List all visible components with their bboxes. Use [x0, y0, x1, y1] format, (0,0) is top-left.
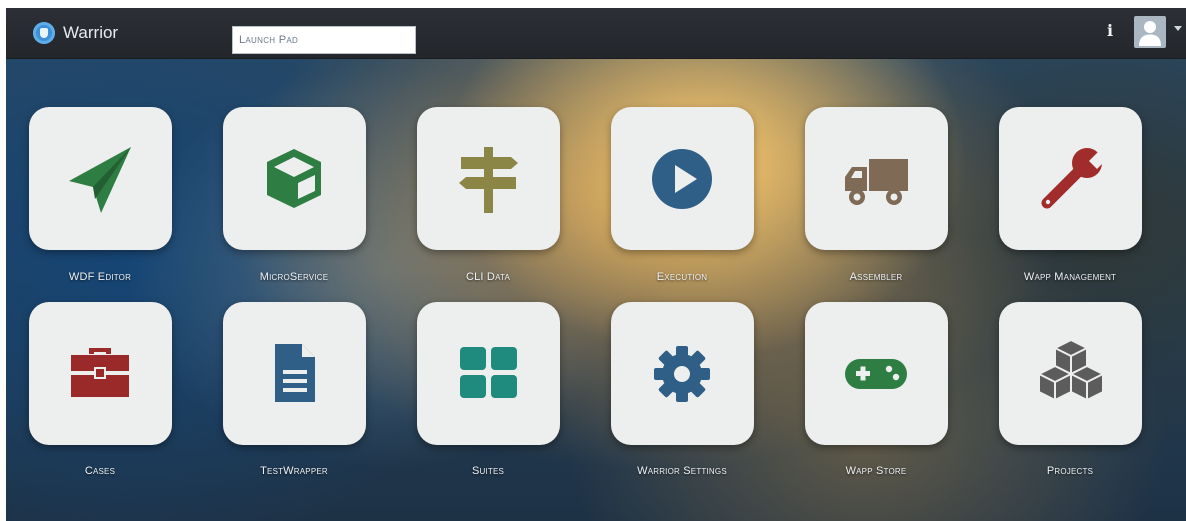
signpost-icon: [459, 147, 518, 213]
briefcase-icon: [71, 348, 129, 397]
tile-label: CLI Data: [465, 271, 511, 283]
tile-cli-data[interactable]: [417, 107, 560, 250]
tile-label: Wapp Management: [1023, 271, 1117, 283]
tile-wdf-editor[interactable]: [29, 107, 172, 250]
tile-label: Warrior Settings: [637, 465, 727, 477]
tile-label: MicroService: [259, 271, 329, 283]
tile-suites[interactable]: [417, 302, 560, 445]
tile-projects[interactable]: [999, 302, 1142, 445]
tile-wapp-management[interactable]: [999, 107, 1142, 250]
page-title-field[interactable]: Launch Pad: [232, 26, 416, 54]
tile-label: Cases: [84, 465, 116, 477]
chevron-down-icon[interactable]: [1174, 26, 1182, 31]
tile-microservice[interactable]: [223, 107, 366, 250]
tile-label: Execution: [656, 271, 708, 283]
cubes-icon: [1038, 339, 1104, 401]
tile-assembler[interactable]: [805, 107, 948, 250]
cube-icon: [267, 149, 321, 208]
launchpad-window: Warrior Launch Pad i WDF Editor MicroSer…: [6, 8, 1186, 521]
tile-wapp-store[interactable]: [805, 302, 948, 445]
warrior-logo-icon[interactable]: [33, 22, 55, 44]
app-title[interactable]: Warrior: [63, 23, 118, 43]
tile-testwrapper[interactable]: [223, 302, 366, 445]
play-circle-icon: [652, 149, 712, 209]
tile-execution[interactable]: [611, 107, 754, 250]
grid-icon: [460, 347, 517, 398]
tile-label: Wapp Store: [845, 465, 907, 477]
wrench-icon: [1041, 145, 1109, 209]
truck-icon: [845, 159, 908, 205]
user-avatar-icon[interactable]: [1134, 16, 1166, 48]
tile-label: Projects: [1046, 465, 1094, 477]
top-navbar: Warrior Launch Pad i: [6, 8, 1186, 59]
tile-label: TestWrapper: [260, 465, 328, 477]
gear-icon: [654, 346, 710, 402]
tile-label: Assembler: [849, 271, 903, 283]
tile-label: Suites: [471, 465, 505, 477]
document-icon: [275, 344, 315, 402]
tile-cases[interactable]: [29, 302, 172, 445]
tile-warrior-settings[interactable]: [611, 302, 754, 445]
info-icon[interactable]: i: [1103, 20, 1117, 42]
paper-plane-icon: [69, 147, 131, 213]
gamepad-icon: [845, 359, 907, 389]
tile-label: WDF Editor: [68, 271, 132, 283]
